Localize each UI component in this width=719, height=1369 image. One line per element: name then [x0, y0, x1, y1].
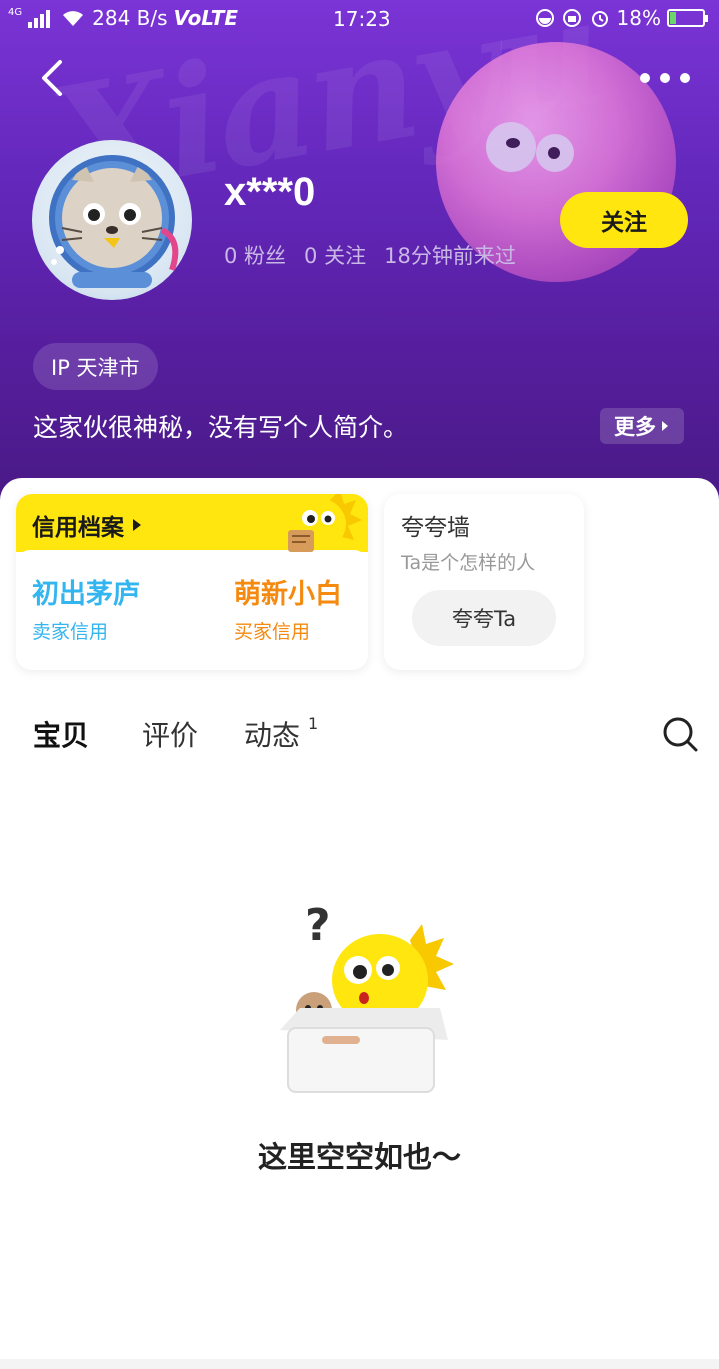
rotation-lock-icon: [562, 9, 581, 27]
username: x***0: [224, 170, 316, 214]
buyer-credit-label: 买家信用: [234, 621, 311, 643]
credit-profile-card[interactable]: 信用档案 初出茅庐 卖家信用 萌新小白 买家信用: [16, 494, 368, 670]
praise-wall-title: 夸夸墙: [401, 515, 470, 541]
clock: 17:23: [333, 7, 391, 31]
profile-stats: 0 粉丝 0 关注 18分钟前来过: [224, 240, 516, 270]
buyer-credit: 萌新小白 买家信用: [234, 572, 342, 644]
empty-box-mascot-illustration: ?: [280, 900, 454, 1093]
following-count[interactable]: 0 关注: [304, 240, 366, 270]
network-speed: 284 B/s: [92, 6, 168, 30]
wifi-icon: [63, 11, 84, 26]
tab-reviews[interactable]: 评价: [142, 714, 198, 754]
caret-right-icon: [662, 421, 668, 431]
more-bio-button[interactable]: 更多: [600, 408, 684, 444]
status-bar: 4G 284 B/s VoLTE 17:23 18%: [0, 0, 719, 38]
back-arrow-icon[interactable]: [34, 56, 74, 100]
credit-profile-title: 信用档案: [32, 508, 142, 542]
svg-text:?: ?: [305, 900, 331, 951]
profile-tabs: 宝贝 评价 动态: [0, 710, 719, 760]
battery-icon: [667, 9, 708, 27]
data-saver-icon: [535, 9, 554, 27]
mascot-fish-icon: [288, 494, 362, 552]
more-label: 更多: [614, 415, 656, 439]
tab-items[interactable]: 宝贝: [30, 714, 92, 754]
bottom-edge: [0, 1359, 719, 1369]
avatar[interactable]: [32, 140, 192, 300]
seller-credit-level: 初出茅庐: [32, 579, 140, 610]
caret-right-icon: [133, 519, 141, 531]
alarm-icon: [591, 11, 608, 27]
seller-credit-label: 卖家信用: [32, 621, 109, 643]
praise-wall-subtitle: Ta是个怎样的人: [401, 552, 536, 574]
last-seen: 18分钟前来过: [384, 244, 516, 268]
tab-dynamics[interactable]: 动态: [244, 714, 300, 754]
more-options-icon[interactable]: [640, 66, 690, 90]
network-type: 4G: [8, 6, 23, 18]
ip-location-badge: IP 天津市: [33, 343, 158, 390]
volte-indicator: VoLTE: [173, 6, 239, 30]
fans-count[interactable]: 0 粉丝: [224, 240, 286, 270]
battery-percent: 18%: [616, 6, 661, 30]
seal-astronaut-avatar: [49, 155, 179, 288]
praise-button[interactable]: 夸夸Ta: [412, 590, 556, 646]
empty-state-text: 这里空空如也～: [257, 1140, 461, 1174]
praise-wall-card: 夸夸墙 Ta是个怎样的人 夸夸Ta: [384, 494, 584, 670]
seller-credit: 初出茅庐 卖家信用: [32, 572, 140, 644]
search-icon[interactable]: [662, 716, 698, 752]
dynamics-count-badge: 1: [308, 714, 319, 733]
buyer-credit-level: 萌新小白: [234, 579, 342, 610]
follow-button[interactable]: 关注: [560, 192, 688, 248]
profile-bio: 这家伙很神秘，没有写个人简介。: [33, 413, 409, 442]
signal-icon: [28, 8, 54, 28]
